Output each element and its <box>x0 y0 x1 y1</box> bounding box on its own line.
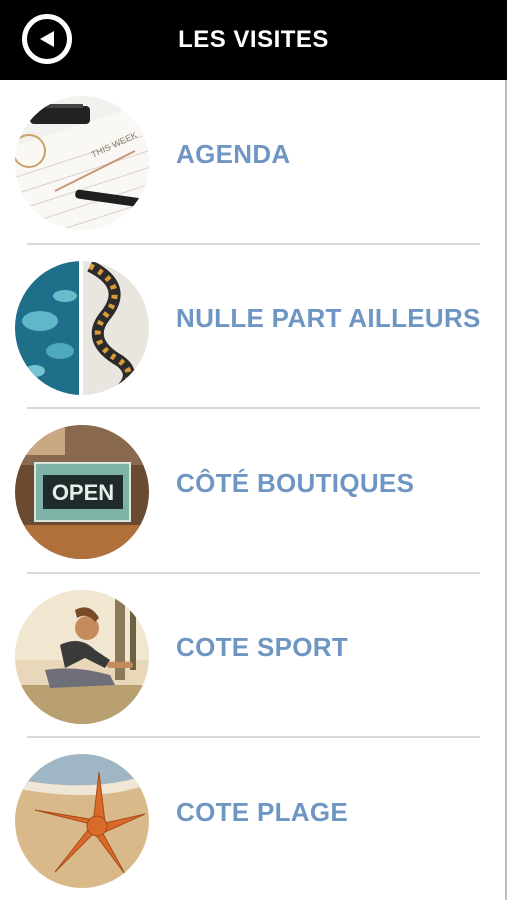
list-item-label: AGENDA <box>176 138 291 169</box>
list-item-label: COTE PLAGE <box>176 796 349 827</box>
back-button[interactable] <box>22 14 72 64</box>
cote-plage-thumbnail <box>15 754 149 888</box>
list-item-agenda[interactable]: THIS WEEK AGENDA <box>0 80 507 245</box>
agenda-thumbnail: THIS WEEK <box>15 96 149 230</box>
list-item-cote-plage[interactable]: COTE PLAGE <box>0 738 507 900</box>
svg-text:OPEN: OPEN <box>52 480 114 505</box>
list-item-cote-boutiques[interactable]: OPEN CÔTÉ BOUTIQUES <box>0 409 507 574</box>
chevron-left-icon <box>40 31 54 47</box>
cote-sport-thumbnail <box>15 589 149 724</box>
nulle-part-ailleurs-thumbnail <box>15 260 149 395</box>
cote-boutiques-thumbnail: OPEN <box>15 425 149 559</box>
list-item-label: CÔTÉ BOUTIQUES <box>176 467 415 498</box>
list-item-label: COTE SPORT <box>176 632 349 662</box>
page-title: LES VISITES <box>178 26 329 53</box>
list-item-cote-sport[interactable]: COTE SPORT <box>0 574 507 738</box>
visits-list: THIS WEEK AGENDA NULLE PART AILLEURS OPE… <box>0 80 507 900</box>
top-bar: LES VISITES <box>0 0 507 80</box>
list-item-label: NULLE PART AILLEURS <box>176 303 481 333</box>
list-item-nulle-part-ailleurs[interactable]: NULLE PART AILLEURS <box>0 245 507 409</box>
